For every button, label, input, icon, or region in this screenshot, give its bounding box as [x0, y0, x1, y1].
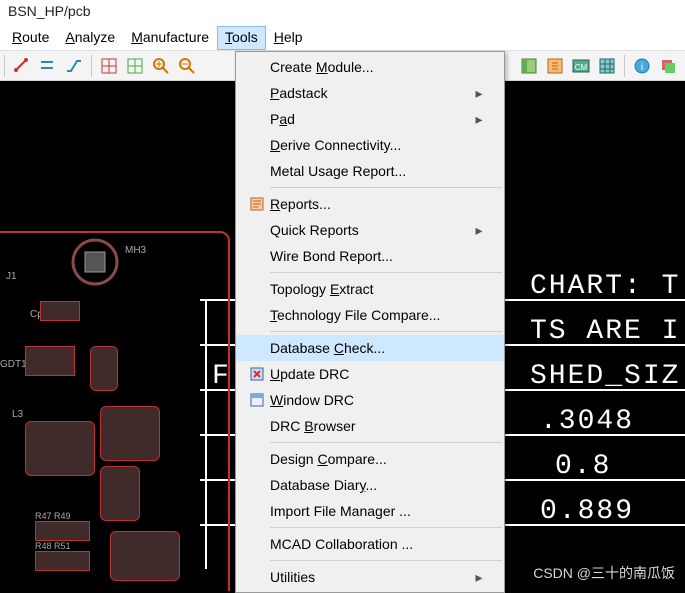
menu-create-module[interactable]: Create Module...	[236, 54, 504, 80]
tool-panel2-icon[interactable]	[544, 55, 566, 77]
menu-metal-usage[interactable]: Metal Usage Report...	[236, 158, 504, 184]
tool-cm-icon[interactable]: CM	[570, 55, 592, 77]
tools-dropdown: Create Module... Padstack▸ Pad▸ Derive C…	[235, 51, 505, 593]
tool-layers-icon[interactable]	[657, 55, 679, 77]
menu-window-drc[interactable]: Window DRC	[236, 387, 504, 413]
menu-update-drc[interactable]: Update DRC	[236, 361, 504, 387]
pcb-artwork: MH3 J1 Cp GDT1 L3 R47 R49 R48 R51	[0, 231, 260, 591]
tool-line-icon[interactable]	[11, 55, 33, 77]
canvas-text-row6: 0.889	[540, 496, 634, 527]
menu-manufacture[interactable]: Manufacture	[123, 26, 217, 50]
menu-import-file-manager[interactable]: Import File Manager ...	[236, 498, 504, 524]
label-r48: R48 R51	[35, 541, 71, 551]
canvas-text-row2: TS ARE I	[530, 316, 680, 347]
label-gdt1: GDT1	[0, 359, 27, 370]
tool-zoom-in-icon[interactable]	[150, 55, 172, 77]
svg-text:CM: CM	[575, 63, 588, 72]
menu-utilities[interactable]: Utilities▸	[236, 564, 504, 590]
tool-grid1-icon[interactable]	[98, 55, 120, 77]
update-drc-icon	[244, 363, 270, 385]
tool-diff-pair-icon[interactable]	[37, 55, 59, 77]
label-r47: R47 R49	[35, 511, 71, 521]
menu-topology-extract[interactable]: Topology Extract	[236, 276, 504, 302]
window-drc-icon	[244, 389, 270, 411]
canvas-text-row4: .3048	[540, 406, 634, 437]
menu-tools[interactable]: Tools	[217, 26, 266, 50]
menu-derive-connectivity[interactable]: Derive Connectivity...	[236, 132, 504, 158]
canvas-text-row3: SHED_SIZ	[530, 361, 680, 392]
menu-padstack[interactable]: Padstack▸	[236, 80, 504, 106]
tool-panel1-icon[interactable]	[518, 55, 540, 77]
menu-analyze[interactable]: Analyze	[57, 26, 123, 50]
menu-drc-browser[interactable]: DRC Browser	[236, 413, 504, 439]
menu-quick-reports[interactable]: Quick Reports▸	[236, 217, 504, 243]
label-mh3: MH3	[125, 245, 146, 256]
menu-wire-bond-report[interactable]: Wire Bond Report...	[236, 243, 504, 269]
menu-tech-file-compare[interactable]: Technology File Compare...	[236, 302, 504, 328]
menu-reports[interactable]: Reports...	[236, 191, 504, 217]
menu-mcad-collaboration[interactable]: MCAD Collaboration ...	[236, 531, 504, 557]
canvas-text-row1: CHART: T	[530, 271, 680, 302]
menu-pad[interactable]: Pad▸	[236, 106, 504, 132]
menu-design-compare[interactable]: Design Compare...	[236, 446, 504, 472]
svg-text:i: i	[641, 62, 643, 73]
label-l3: L3	[12, 409, 23, 420]
label-j1: J1	[6, 271, 17, 282]
tool-info-icon[interactable]: i	[631, 55, 653, 77]
window-title: BSN_HP/pcb	[0, 0, 685, 26]
tool-table-icon[interactable]	[596, 55, 618, 77]
menu-database-check[interactable]: Database Check...	[236, 335, 504, 361]
tool-grid2-icon[interactable]	[124, 55, 146, 77]
watermark: CSDN @三十的南瓜饭	[533, 563, 675, 583]
tool-zoom-out-icon[interactable]	[176, 55, 198, 77]
canvas-text-row5: 0.8	[555, 451, 611, 482]
menu-bar: Route Analyze Manufacture Tools Help	[0, 26, 685, 51]
menu-route[interactable]: Route	[4, 26, 57, 50]
menu-database-diary[interactable]: Database Diary...	[236, 472, 504, 498]
reports-icon	[244, 193, 270, 215]
menu-help[interactable]: Help	[266, 26, 311, 50]
tool-route-icon[interactable]	[63, 55, 85, 77]
